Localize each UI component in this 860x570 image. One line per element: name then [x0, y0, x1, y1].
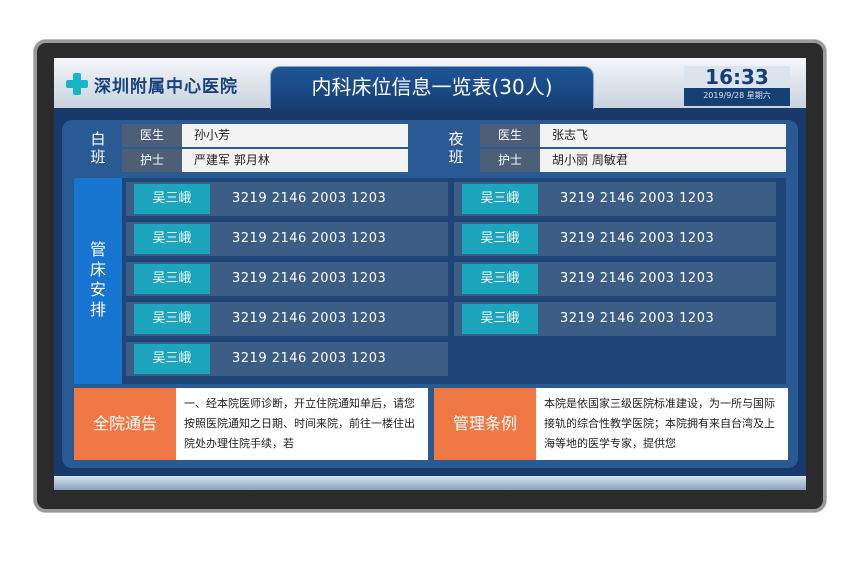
night-doctor-name: 张志飞: [540, 124, 786, 147]
clock-widget: 16:33 2019/9/28 星期六: [684, 66, 790, 106]
bed-numbers: 3219 2146 2003 1203: [560, 191, 715, 206]
day-shift-label: 白班: [90, 130, 106, 166]
bed-numbers: 3219 2146 2003 1203: [232, 191, 387, 206]
page-title: 内科床位信息一览表(30人): [311, 75, 553, 99]
day-doctor-name: 孙小芳: [182, 124, 408, 147]
management-rules-title: 管理条例: [434, 388, 536, 460]
clock-time: 16:33: [684, 66, 790, 88]
day-shift-block: 白班 医生 孙小芳 护士 严建军 郭月林: [74, 124, 408, 172]
bed-patient-name: 吴三峨: [134, 224, 210, 254]
night-shift-label: 夜班: [448, 130, 464, 166]
bed-row: 吴三峨 3219 2146 2003 1203: [126, 262, 448, 296]
bed-row: 吴三峨 3219 2146 2003 1203: [126, 342, 448, 376]
night-nurse-label: 护士: [480, 149, 540, 172]
display-screen: 深圳附属中心医院 内科床位信息一览表(30人) 16:33 2019/9/28 …: [54, 58, 806, 490]
screen-bottom-bar: [54, 476, 806, 490]
bed-numbers: 3219 2146 2003 1203: [232, 351, 387, 366]
day-nurse-names: 严建军 郭月林: [182, 149, 408, 172]
night-nurse-names: 胡小丽 周敏君: [540, 149, 786, 172]
bed-arrangement-label: 管 床 安 排: [74, 178, 122, 384]
bed-patient-name: 吴三峨: [462, 264, 538, 294]
bed-patient-name: 吴三峨: [462, 184, 538, 214]
hospital-notice-card: 全院通告 一、经本院医师诊断，开立住院通知单后，请您按照医院通知之日期、时间来院…: [74, 388, 428, 460]
bed-row: 吴三峨 3219 2146 2003 1203: [454, 182, 776, 216]
bed-numbers: 3219 2146 2003 1203: [232, 271, 387, 286]
day-nurse-label: 护士: [122, 149, 182, 172]
title-tab: 内科床位信息一览表(30人): [270, 66, 594, 109]
hospital-notice-title: 全院通告: [74, 388, 176, 460]
management-rules-card: 管理条例 本院是依国家三级医院标准建设，为一所与国际接轨的综合性教学医院；本院拥…: [434, 388, 788, 460]
night-shift-block: 夜班 医生 张志飞 护士 胡小丽 周敏君: [432, 124, 788, 172]
bed-row: 吴三峨 3219 2146 2003 1203: [454, 222, 776, 256]
header-bar: 深圳附属中心医院 内科床位信息一览表(30人) 16:33 2019/9/28 …: [54, 58, 806, 109]
bed-patient-name: 吴三峨: [134, 264, 210, 294]
hospital-logo: 深圳附属中心医院: [66, 70, 238, 98]
bed-numbers: 3219 2146 2003 1203: [232, 311, 387, 326]
bed-numbers: 3219 2146 2003 1203: [232, 231, 387, 246]
hospital-name: 深圳附属中心医院: [94, 76, 238, 97]
management-rules-body: 本院是依国家三级医院标准建设，为一所与国际接轨的综合性教学医院；本院拥有来自台湾…: [544, 397, 775, 450]
bed-numbers: 3219 2146 2003 1203: [560, 311, 715, 326]
medical-cross-icon: [66, 73, 88, 95]
bed-patient-name: 吴三峨: [134, 304, 210, 334]
bed-patient-name: 吴三峨: [462, 304, 538, 334]
bed-row: 吴三峨 3219 2146 2003 1203: [126, 182, 448, 216]
bed-patient-name: 吴三峨: [462, 224, 538, 254]
bed-patient-name: 吴三峨: [134, 344, 210, 374]
bed-row: 吴三峨 3219 2146 2003 1203: [454, 302, 776, 336]
bed-numbers: 3219 2146 2003 1203: [560, 271, 715, 286]
bed-row: 吴三峨 3219 2146 2003 1203: [126, 302, 448, 336]
hospital-notice-body: 一、经本院医师诊断，开立住院通知单后，请您按照医院通知之日期、时间来院，前往一楼…: [184, 397, 415, 450]
bed-row: 吴三峨 3219 2146 2003 1203: [126, 222, 448, 256]
bed-patient-name: 吴三峨: [134, 184, 210, 214]
bed-numbers: 3219 2146 2003 1203: [560, 231, 715, 246]
clock-date: 2019/9/28 星期六: [703, 91, 771, 100]
night-doctor-label: 医生: [480, 124, 540, 147]
day-doctor-label: 医生: [122, 124, 182, 147]
bed-row: 吴三峨 3219 2146 2003 1203: [454, 262, 776, 296]
